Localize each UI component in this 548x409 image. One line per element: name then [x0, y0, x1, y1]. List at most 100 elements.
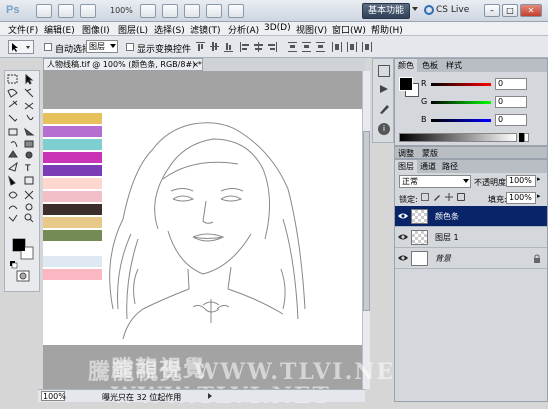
menu-image[interactable]: 图像(I): [82, 23, 110, 36]
show-transform-checkbox[interactable]: [126, 43, 134, 51]
auto-select-checkbox[interactable]: [44, 43, 52, 51]
tab-swatches[interactable]: 色板: [419, 59, 441, 72]
g-slider[interactable]: [431, 101, 491, 104]
status-zoom[interactable]: 100%: [41, 391, 66, 401]
color-bar: [43, 256, 102, 267]
cslive-label[interactable]: CS Live: [436, 5, 469, 15]
menu-help[interactable]: 帮助(H): [371, 23, 403, 36]
zoom-tool-button[interactable]: [162, 4, 178, 18]
b-value[interactable]: 0: [495, 114, 527, 126]
tools-panel: T: [4, 70, 40, 292]
close-tab-icon[interactable]: ×: [192, 59, 199, 70]
ramp-white[interactable]: [524, 133, 529, 142]
color-bar: [43, 139, 102, 150]
menu-view[interactable]: 视图(V): [296, 23, 327, 36]
document-tab[interactable]: 人物线稿.tif @ 100% (颜色条, RGB/8#) * ×: [43, 58, 203, 71]
history-panel-icon[interactable]: [378, 65, 390, 77]
tab-layers[interactable]: 图层: [395, 160, 417, 173]
document-tab-bar: 人物线稿.tif @ 100% (颜色条, RGB/8#) * ×: [43, 58, 365, 71]
workspace-dropdown-icon[interactable]: [412, 7, 418, 11]
screen-mode-button[interactable]: [228, 4, 244, 18]
r-label: R: [421, 79, 427, 88]
r-slider[interactable]: [431, 83, 491, 86]
maximize-button[interactable]: □: [502, 4, 518, 17]
auto-select-value: 图层: [89, 42, 105, 51]
chevron-down-icon: [463, 179, 469, 183]
lock-transparent-icon[interactable]: [421, 193, 429, 201]
opacity-arrow-icon[interactable]: ▸: [537, 175, 541, 183]
color-ramp[interactable]: [399, 133, 517, 142]
r-value[interactable]: 0: [495, 78, 527, 90]
align-distribute-icons[interactable]: [196, 41, 386, 53]
blend-mode-dropdown[interactable]: 正常: [399, 175, 471, 188]
auto-select-dropdown[interactable]: 图层: [86, 40, 118, 53]
minimize-button[interactable]: –: [484, 4, 500, 17]
svg-text:T: T: [24, 164, 31, 174]
color-bar: [43, 230, 102, 241]
menu-window[interactable]: 窗口(W): [332, 23, 366, 36]
visibility-eye-icon[interactable]: [398, 233, 408, 241]
color-bar: [43, 113, 102, 124]
tool-icons[interactable]: T: [5, 71, 41, 293]
menu-3d[interactable]: 3D(D): [264, 23, 291, 33]
g-value[interactable]: 0: [495, 96, 527, 108]
hand-tool-button[interactable]: [140, 4, 156, 18]
opacity-input[interactable]: 100%: [506, 175, 536, 187]
tool-preset-picker[interactable]: [8, 40, 34, 54]
color-bar: [43, 191, 102, 202]
layers-panel-tabs: 图层 通道 路径: [395, 160, 547, 173]
tab-channels[interactable]: 通道: [417, 160, 439, 173]
layer-row[interactable]: 颜色条: [395, 206, 547, 227]
color-panel-tabs: 颜色 色板 样式: [395, 59, 547, 72]
adjustments-tabs: 调整 蒙版: [394, 146, 548, 159]
extras-button[interactable]: [80, 4, 96, 18]
color-bars: [43, 113, 102, 283]
actions-panel-icon[interactable]: [378, 83, 390, 95]
color-bar: [43, 178, 102, 189]
minibridge-button[interactable]: [58, 4, 74, 18]
lock-image-icon[interactable]: [433, 193, 441, 201]
tab-color[interactable]: 颜色: [395, 59, 417, 72]
workspace-button[interactable]: 基本功能: [362, 3, 410, 19]
menu-analysis[interactable]: 分析(A): [228, 23, 259, 36]
panel-dock-icons: i: [372, 58, 394, 143]
layer-row[interactable]: 背景: [395, 248, 547, 269]
layer-thumbnail: [411, 230, 428, 245]
fill-label: 填充:: [488, 195, 507, 204]
lock-all-icon[interactable]: [457, 193, 465, 201]
bridge-button[interactable]: [36, 4, 52, 18]
fill-input[interactable]: 100%: [506, 192, 536, 204]
vertical-scrollbar[interactable]: [362, 71, 370, 389]
menu-filter[interactable]: 滤镜(T): [190, 23, 221, 36]
arrange-documents-button[interactable]: [206, 4, 222, 18]
layer-name: 图层 1: [435, 233, 459, 242]
info-panel-icon[interactable]: i: [378, 123, 390, 135]
tab-paths[interactable]: 路径: [439, 160, 461, 173]
cslive-icon: [424, 5, 434, 15]
menu-file[interactable]: 文件(F): [8, 23, 38, 36]
layer-row[interactable]: 图层 1: [395, 227, 547, 248]
color-panel-foreground-top: [399, 77, 413, 91]
zoom-level[interactable]: 100%: [110, 6, 133, 15]
opacity-label: 不透明度:: [474, 178, 509, 187]
menu-select[interactable]: 选择(S): [154, 23, 185, 36]
options-bar: 自动选择: 图层 显示变换控件: [0, 36, 548, 58]
visibility-eye-icon[interactable]: [398, 212, 408, 220]
menu-layer[interactable]: 图层(L): [118, 23, 148, 36]
status-menu-arrow-icon[interactable]: [208, 393, 212, 399]
rotate-view-button[interactable]: [184, 4, 200, 18]
g-label: G: [421, 97, 428, 106]
tab-styles[interactable]: 样式: [443, 59, 465, 72]
layer-name: 颜色条: [435, 212, 459, 221]
brush-panel-icon[interactable]: [378, 103, 390, 115]
b-slider[interactable]: [431, 119, 491, 122]
layer-thumbnail: [411, 209, 428, 224]
lock-position-icon[interactable]: [445, 193, 453, 201]
color-bar: [43, 217, 102, 228]
visibility-eye-icon[interactable]: [398, 254, 408, 262]
fill-arrow-icon[interactable]: ▸: [537, 192, 541, 200]
scrollbar-thumb[interactable]: [363, 131, 370, 311]
menu-edit[interactable]: 编辑(E): [44, 23, 75, 36]
document-tab-title: 人物线稿.tif @ 100% (颜色条, RGB/8#) *: [47, 60, 202, 69]
close-button[interactable]: ✕: [520, 4, 542, 17]
